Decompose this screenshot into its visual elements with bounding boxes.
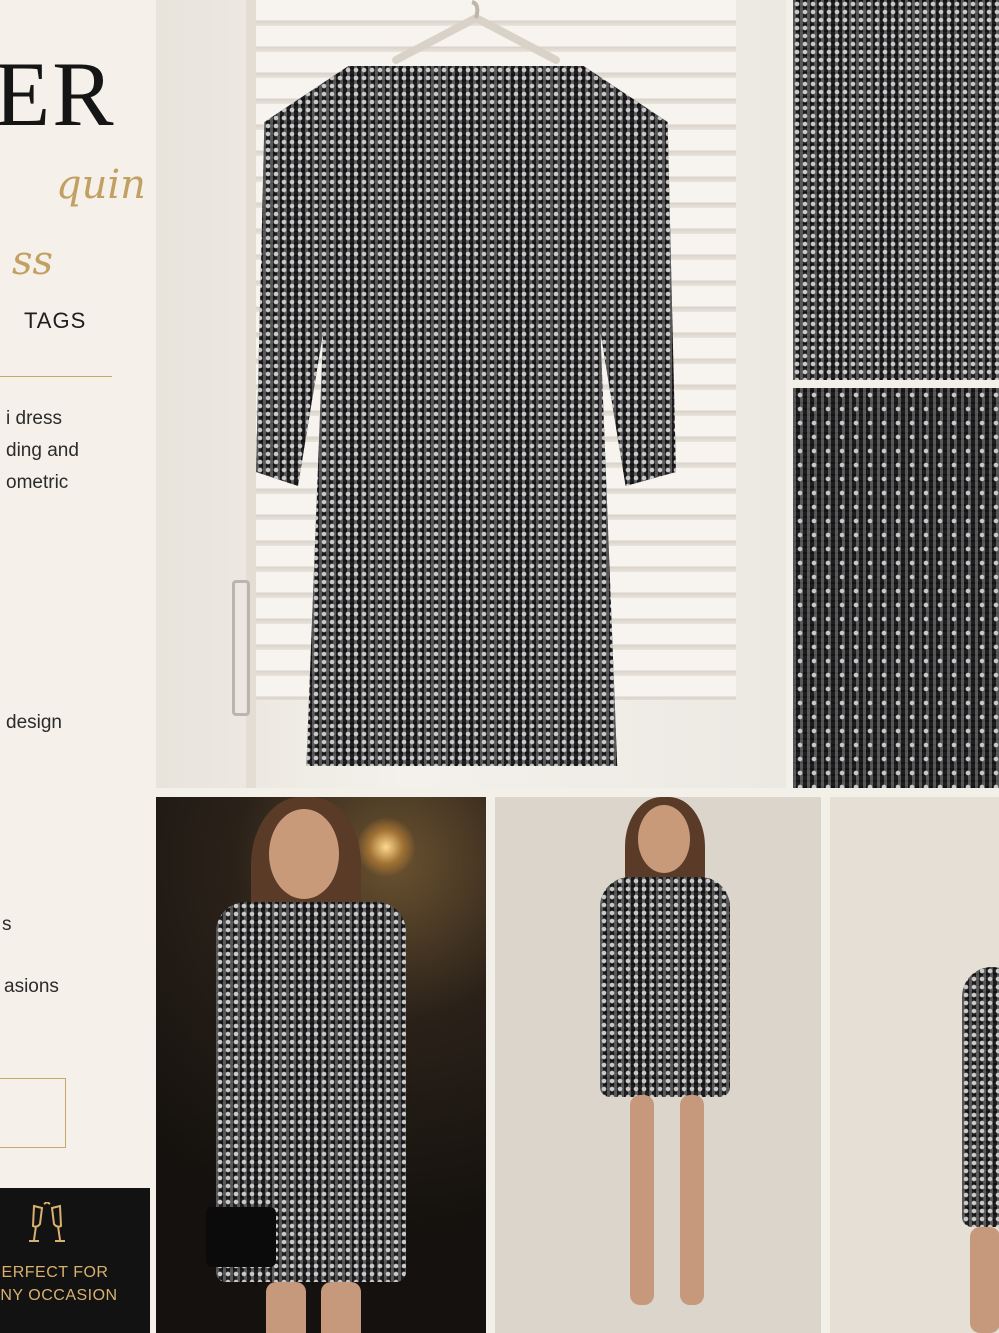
- clutch-bag: [206, 1207, 276, 1267]
- champagne-glasses-icon: [29, 1202, 65, 1242]
- brand-title: ER: [0, 43, 116, 145]
- listing-info-panel: ER quin ss TAGS i dress ding and ometric…: [0, 0, 155, 1333]
- model-dress: [962, 967, 999, 1227]
- description-line-2: ding and: [6, 440, 79, 461]
- occasion-badge: ERFECT FOR NY OCCASION: [0, 1188, 150, 1333]
- main-product-photo[interactable]: [156, 0, 786, 788]
- script-subtitle-line-2: ss: [12, 238, 54, 284]
- model-dress: [600, 877, 730, 1097]
- model-leg-left: [630, 1095, 654, 1305]
- script-subtitle-line-1: quin: [56, 162, 146, 208]
- gold-divider: [0, 376, 112, 377]
- hanger-icon: [392, 0, 560, 64]
- model-leg-left: [266, 1282, 306, 1333]
- model-arm: [970, 1227, 999, 1333]
- outlined-button[interactable]: [0, 1078, 66, 1148]
- sequin-closeup-2: [793, 388, 999, 788]
- model-photo-evening[interactable]: [156, 797, 486, 1333]
- badge-line-1: ERFECT FOR: [1, 1264, 109, 1281]
- chandelier: [356, 817, 416, 877]
- sequin-closeup-1: [793, 0, 999, 380]
- model-photo-partial[interactable]: [830, 797, 999, 1333]
- model-leg-right: [680, 1095, 704, 1305]
- model-face: [638, 805, 690, 873]
- feature-item-2: s: [2, 914, 12, 935]
- description-line-1: i dress: [6, 408, 62, 429]
- badge-line-2: NY OCCASION: [0, 1287, 118, 1304]
- sequin-detail-photo-1[interactable]: [793, 0, 999, 380]
- feature-item-occasions: asions: [4, 976, 59, 997]
- feature-item-design: design: [6, 712, 62, 733]
- sequin-detail-photo-2[interactable]: [793, 388, 999, 788]
- model-photo-studio[interactable]: [495, 797, 821, 1333]
- door-handle: [232, 580, 250, 716]
- tags-label: TAGS: [24, 308, 87, 333]
- model-face: [269, 809, 339, 899]
- model-leg-right: [321, 1282, 361, 1333]
- description-line-3: ometric: [6, 472, 69, 493]
